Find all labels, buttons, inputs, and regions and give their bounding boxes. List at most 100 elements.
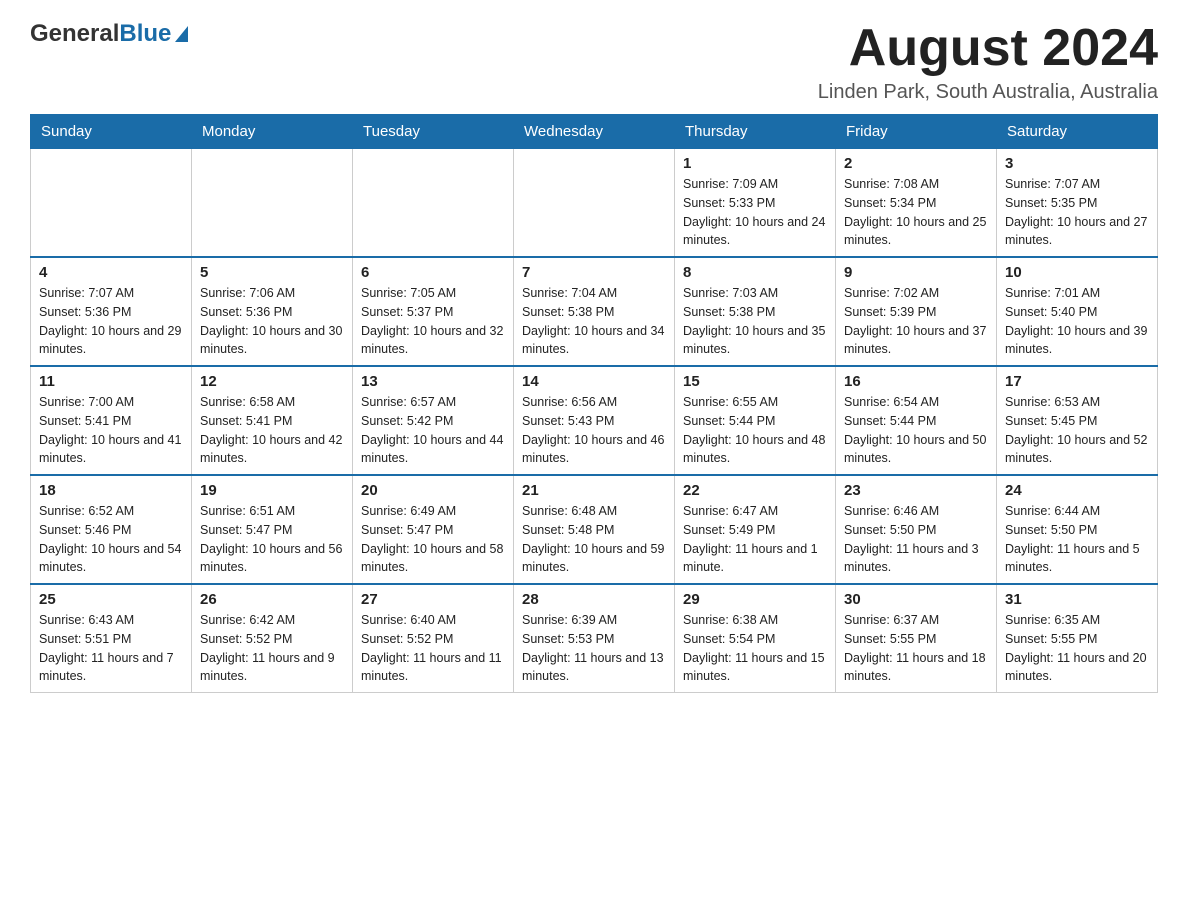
calendar-cell: 11 Sunrise: 7:00 AM Sunset: 5:41 PM Dayli… [31, 366, 192, 475]
day-number: 18 [39, 482, 183, 499]
day-number: 23 [844, 482, 988, 499]
logo-general-text: General [30, 20, 119, 48]
day-info: Sunrise: 6:39 AM Sunset: 5:53 PM Dayligh… [522, 611, 666, 686]
day-info: Sunrise: 6:44 AM Sunset: 5:50 PM Dayligh… [1005, 502, 1149, 577]
day-info: Sunrise: 7:01 AM Sunset: 5:40 PM Dayligh… [1005, 284, 1149, 359]
calendar-cell: 13 Sunrise: 6:57 AM Sunset: 5:42 PM Dayli… [353, 366, 514, 475]
day-number: 11 [39, 373, 183, 390]
day-number: 15 [683, 373, 827, 390]
day-of-week-thursday: Thursday [675, 115, 836, 149]
calendar-cell [353, 149, 514, 258]
calendar-cell: 14Sunrise: 6:56 AM Sunset: 5:43 PM Dayli… [514, 366, 675, 475]
calendar-cell: 31Sunrise: 6:35 AM Sunset: 5:55 PM Dayli… [997, 584, 1158, 693]
calendar-cell: 2 Sunrise: 7:08 AM Sunset: 5:34 PM Daylig… [836, 149, 997, 258]
calendar-cell: 16 Sunrise: 6:54 AM Sunset: 5:44 PM Dayli… [836, 366, 997, 475]
calendar-cell [192, 149, 353, 258]
day-number: 12 [200, 373, 344, 390]
calendar-cell: 28 Sunrise: 6:39 AM Sunset: 5:53 PM Dayli… [514, 584, 675, 693]
day-number: 2 [844, 155, 988, 172]
calendar-cell: 24 Sunrise: 6:44 AM Sunset: 5:50 PM Dayli… [997, 475, 1158, 584]
day-info: Sunrise: 7:06 AM Sunset: 5:36 PM Dayligh… [200, 284, 344, 359]
day-number: 17 [1005, 373, 1149, 390]
calendar-cell: 29 Sunrise: 6:38 AM Sunset: 5:54 PM Dayli… [675, 584, 836, 693]
day-info: Sunrise: 7:02 AM Sunset: 5:39 PM Dayligh… [844, 284, 988, 359]
logo: General Blue [30, 20, 188, 48]
calendar-cell [31, 149, 192, 258]
day-info: Sunrise: 6:57 AM Sunset: 5:42 PM Dayligh… [361, 393, 505, 468]
day-info: Sunrise: 6:56 AM Sunset: 5:43 PM Dayligh… [522, 393, 666, 468]
calendar-cell: 23 Sunrise: 6:46 AM Sunset: 5:50 PM Dayli… [836, 475, 997, 584]
day-number: 28 [522, 591, 666, 608]
calendar-cell: 17 Sunrise: 6:53 AM Sunset: 5:45 PM Dayli… [997, 366, 1158, 475]
calendar-cell: 4Sunrise: 7:07 AM Sunset: 5:36 PM Daylig… [31, 257, 192, 366]
day-info: Sunrise: 6:51 AM Sunset: 5:47 PM Dayligh… [200, 502, 344, 577]
day-info: Sunrise: 7:09 AM Sunset: 5:33 PM Dayligh… [683, 175, 827, 250]
calendar-cell: 27 Sunrise: 6:40 AM Sunset: 5:52 PM Dayli… [353, 584, 514, 693]
calendar-cell [514, 149, 675, 258]
page-header: General Blue August 2024 Linden Park, So… [30, 20, 1158, 104]
day-info: Sunrise: 6:48 AM Sunset: 5:48 PM Dayligh… [522, 502, 666, 577]
day-info: Sunrise: 7:08 AM Sunset: 5:34 PM Dayligh… [844, 175, 988, 250]
day-info: Sunrise: 7:00 AM Sunset: 5:41 PM Dayligh… [39, 393, 183, 468]
day-number: 16 [844, 373, 988, 390]
day-info: Sunrise: 6:49 AM Sunset: 5:47 PM Dayligh… [361, 502, 505, 577]
calendar-cell: 25 Sunrise: 6:43 AM Sunset: 5:51 PM Dayli… [31, 584, 192, 693]
day-number: 20 [361, 482, 505, 499]
calendar-cell: 9 Sunrise: 7:02 AM Sunset: 5:39 PM Daylig… [836, 257, 997, 366]
calendar-cell: 1 Sunrise: 7:09 AM Sunset: 5:33 PM Daylig… [675, 149, 836, 258]
day-info: Sunrise: 6:47 AM Sunset: 5:49 PM Dayligh… [683, 502, 827, 577]
calendar-cell: 22 Sunrise: 6:47 AM Sunset: 5:49 PM Dayli… [675, 475, 836, 584]
calendar-header-row: SundayMondayTuesdayWednesdayThursdayFrid… [31, 115, 1158, 149]
day-of-week-saturday: Saturday [997, 115, 1158, 149]
day-info: Sunrise: 6:46 AM Sunset: 5:50 PM Dayligh… [844, 502, 988, 577]
day-of-week-monday: Monday [192, 115, 353, 149]
day-number: 26 [200, 591, 344, 608]
day-number: 29 [683, 591, 827, 608]
calendar-cell: 30 Sunrise: 6:37 AM Sunset: 5:55 PM Dayli… [836, 584, 997, 693]
day-number: 24 [1005, 482, 1149, 499]
day-info: Sunrise: 6:37 AM Sunset: 5:55 PM Dayligh… [844, 611, 988, 686]
day-info: Sunrise: 6:55 AM Sunset: 5:44 PM Dayligh… [683, 393, 827, 468]
day-number: 13 [361, 373, 505, 390]
day-number: 3 [1005, 155, 1149, 172]
day-info: Sunrise: 6:52 AM Sunset: 5:46 PM Dayligh… [39, 502, 183, 577]
day-number: 10 [1005, 264, 1149, 281]
day-info: Sunrise: 7:07 AM Sunset: 5:35 PM Dayligh… [1005, 175, 1149, 250]
day-of-week-tuesday: Tuesday [353, 115, 514, 149]
month-title: August 2024 [818, 20, 1158, 77]
day-info: Sunrise: 6:40 AM Sunset: 5:52 PM Dayligh… [361, 611, 505, 686]
calendar-week-row: 4Sunrise: 7:07 AM Sunset: 5:36 PM Daylig… [31, 257, 1158, 366]
calendar-cell: 26Sunrise: 6:42 AM Sunset: 5:52 PM Dayli… [192, 584, 353, 693]
day-info: Sunrise: 6:43 AM Sunset: 5:51 PM Dayligh… [39, 611, 183, 686]
calendar-week-row: 18 Sunrise: 6:52 AM Sunset: 5:46 PM Dayli… [31, 475, 1158, 584]
day-info: Sunrise: 7:05 AM Sunset: 5:37 PM Dayligh… [361, 284, 505, 359]
calendar-table: SundayMondayTuesdayWednesdayThursdayFrid… [30, 114, 1158, 693]
day-number: 9 [844, 264, 988, 281]
day-info: Sunrise: 6:54 AM Sunset: 5:44 PM Dayligh… [844, 393, 988, 468]
day-number: 30 [844, 591, 988, 608]
logo-arrow-icon [175, 26, 188, 42]
calendar-cell: 10 Sunrise: 7:01 AM Sunset: 5:40 PM Dayli… [997, 257, 1158, 366]
day-info: Sunrise: 7:03 AM Sunset: 5:38 PM Dayligh… [683, 284, 827, 359]
calendar-cell: 8 Sunrise: 7:03 AM Sunset: 5:38 PM Daylig… [675, 257, 836, 366]
calendar-cell: 18 Sunrise: 6:52 AM Sunset: 5:46 PM Dayli… [31, 475, 192, 584]
day-info: Sunrise: 6:53 AM Sunset: 5:45 PM Dayligh… [1005, 393, 1149, 468]
day-of-week-sunday: Sunday [31, 115, 192, 149]
calendar-cell: 12 Sunrise: 6:58 AM Sunset: 5:41 PM Dayli… [192, 366, 353, 475]
day-number: 27 [361, 591, 505, 608]
day-number: 25 [39, 591, 183, 608]
day-of-week-wednesday: Wednesday [514, 115, 675, 149]
calendar-cell: 19Sunrise: 6:51 AM Sunset: 5:47 PM Dayli… [192, 475, 353, 584]
day-number: 31 [1005, 591, 1149, 608]
location-text: Linden Park, South Australia, Australia [818, 81, 1158, 104]
day-number: 1 [683, 155, 827, 172]
day-info: Sunrise: 6:38 AM Sunset: 5:54 PM Dayligh… [683, 611, 827, 686]
calendar-cell: 20 Sunrise: 6:49 AM Sunset: 5:47 PM Dayli… [353, 475, 514, 584]
day-info: Sunrise: 6:58 AM Sunset: 5:41 PM Dayligh… [200, 393, 344, 468]
day-number: 8 [683, 264, 827, 281]
day-number: 4 [39, 264, 183, 281]
calendar-week-row: 25 Sunrise: 6:43 AM Sunset: 5:51 PM Dayli… [31, 584, 1158, 693]
logo-blue-text: Blue [119, 20, 188, 48]
day-number: 22 [683, 482, 827, 499]
day-number: 5 [200, 264, 344, 281]
